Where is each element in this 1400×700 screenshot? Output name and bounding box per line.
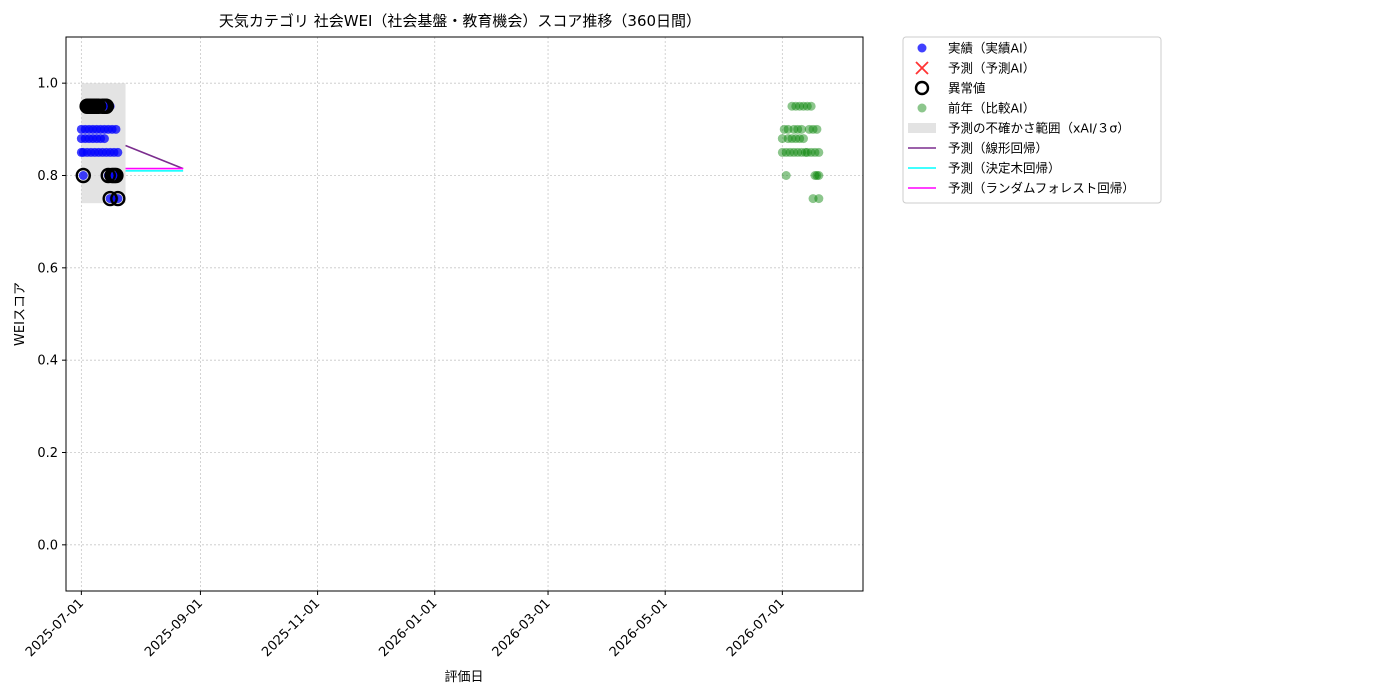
previous-year-point bbox=[798, 134, 808, 144]
x-tick-label: 2025-11-01 bbox=[259, 596, 323, 660]
x-tick-label: 2026-01-01 bbox=[376, 596, 440, 660]
forecast-line bbox=[125, 144, 184, 170]
plot-frame bbox=[65, 36, 864, 592]
x-tick-label: 2025-09-01 bbox=[142, 596, 206, 660]
previous-year-point bbox=[806, 101, 816, 111]
x-axis-label: 評価日 bbox=[444, 670, 483, 685]
chart: 天気カテゴリ 社会WEI（社会基盤・教育機会）スコア推移（360日間） 2025… bbox=[13, 12, 1162, 685]
legend-label: 実績（実績AI） bbox=[948, 41, 1035, 56]
y-tick-label: 1.0 bbox=[37, 77, 58, 92]
series-previous-year bbox=[777, 101, 824, 204]
x-tick-label: 2025-07-01 bbox=[23, 596, 87, 660]
y-tick-label: 0.2 bbox=[37, 446, 58, 461]
y-tick-label: 0.6 bbox=[37, 261, 58, 276]
x-tick-label: 2026-05-01 bbox=[607, 596, 671, 660]
forecast-lines bbox=[125, 144, 184, 172]
legend-label: 予測（ランダムフォレスト回帰） bbox=[948, 181, 1135, 196]
legend-label: 前年（比較AI） bbox=[948, 101, 1035, 116]
actual-point bbox=[113, 147, 123, 157]
y-tick-label: 0.4 bbox=[37, 354, 58, 369]
x-axis: 2025-07-01 2025-09-01 2025-11-01 2026-01-01… bbox=[23, 591, 788, 660]
actual-point bbox=[111, 124, 121, 134]
legend-marker-actual bbox=[917, 43, 927, 53]
previous-year-point bbox=[814, 147, 824, 157]
legend-marker-band bbox=[908, 123, 936, 133]
legend-label: 予測（決定木回帰） bbox=[948, 161, 1061, 176]
previous-year-point bbox=[797, 124, 807, 134]
x-tick-label: 2026-03-01 bbox=[490, 596, 554, 660]
actual-point bbox=[78, 171, 88, 180]
legend-label: 予測の不確かさ範囲（xAI/３σ） bbox=[948, 121, 1130, 136]
previous-year-point bbox=[812, 124, 822, 134]
y-axis-label: WEIスコア bbox=[13, 282, 28, 346]
previous-year-point bbox=[814, 194, 824, 204]
legend-label: 予測（予測AI） bbox=[948, 61, 1035, 76]
previous-year-point bbox=[781, 171, 791, 180]
legend-label: 異常値 bbox=[948, 81, 986, 96]
legend-label: 予測（線形回帰） bbox=[948, 141, 1048, 156]
previous-year-point bbox=[814, 171, 824, 180]
grid bbox=[66, 37, 863, 591]
legend: 実績（実績AI） 予測（予測AI） 異常値前年（比較AI） 予測の不確かさ範囲（xAI… bbox=[902, 36, 1162, 204]
y-axis: 0.0 0.2 0.4 0.6 0.8 1.0 bbox=[37, 77, 66, 553]
legend-marker-previous-year bbox=[917, 103, 927, 113]
y-tick-label: 0.8 bbox=[37, 169, 58, 184]
y-tick-label: 0.0 bbox=[37, 538, 58, 553]
x-tick-label: 2026-07-01 bbox=[724, 596, 788, 660]
actual-point bbox=[99, 134, 109, 144]
chart-title: 天気カテゴリ 社会WEI（社会基盤・教育機会）スコア推移（360日間） bbox=[219, 12, 701, 30]
